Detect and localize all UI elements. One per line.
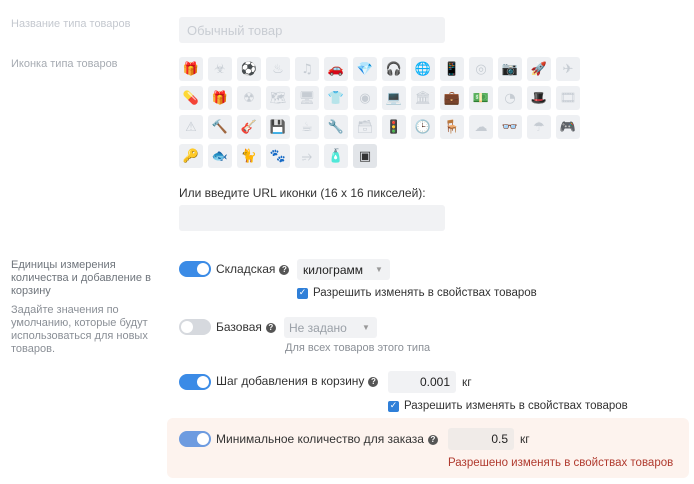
map-icon[interactable]: 🗺 (266, 86, 290, 110)
base-unit-select[interactable]: Не задано ▼ (284, 317, 377, 338)
soccer-ball-icon[interactable]: ⚽ (237, 57, 261, 81)
wrench-icon[interactable]: 🔑 (179, 144, 203, 168)
step-value: 0.001 (419, 375, 450, 389)
base-label: Базовая? (216, 320, 276, 334)
min-qty-toggle[interactable] (179, 431, 211, 447)
warehouse-unit-select[interactable]: килограмм ▼ (297, 259, 390, 280)
tshirt-icon[interactable]: 👕 (324, 86, 348, 110)
hammer-icon[interactable]: 🔨 (208, 115, 232, 139)
base-hint: Для всех товаров этого типа (285, 342, 431, 354)
coffee-cup-icon[interactable]: ☕ (295, 115, 319, 139)
traffic-light-icon[interactable]: 🚦 (382, 115, 406, 139)
warehouse-allow-label: Разрешить изменять в свойствах товаров (313, 287, 537, 299)
cloud-download-icon[interactable]: ☁ (469, 115, 493, 139)
film-icon[interactable]: 🎞 (556, 86, 580, 110)
glasses-icon[interactable]: 👓 (498, 115, 522, 139)
cake-icon[interactable]: ♨ (266, 57, 290, 81)
icon-row: ⚠ 🔨 🎸 💾 ☕ 🔧 🗃 🚦 🕒 🪑 ☁ 👓 ☂ 🎮 (179, 115, 585, 139)
warehouse-allow-checkbox[interactable]: ✓ (297, 288, 308, 299)
step-allow-label: Разрешить изменять в свойствах товаров (404, 400, 628, 412)
diamond-icon[interactable]: 💎 (353, 57, 377, 81)
virus-icon[interactable]: ☣ (208, 57, 232, 81)
umbrella-icon[interactable]: ☂ (527, 115, 551, 139)
units-section-description: Задайте значения по умолчанию, которые б… (11, 304, 148, 355)
present-box-icon[interactable]: 🎁 (208, 86, 232, 110)
units-section-title: Единицы измерения количества и добавлени… (11, 259, 151, 297)
step-unit: кг (462, 375, 472, 389)
base-label-text: Базовая (216, 320, 262, 334)
target-icon[interactable]: ◎ (469, 57, 493, 81)
pie-chart-icon[interactable]: ◔ (498, 86, 522, 110)
warehouse-toggle[interactable] (179, 261, 211, 277)
type-name-input[interactable]: Обычный товар (179, 17, 445, 43)
min-qty-label: Минимальное количество для заказа? (216, 432, 438, 446)
cat-icon[interactable]: 🐈 (237, 144, 261, 168)
paw-icon[interactable]: 🐾 (266, 144, 290, 168)
step-allow-checkbox[interactable]: ✓ (388, 401, 399, 412)
step-label: Шаг добавления в корзину? (216, 374, 379, 388)
screwdriver-icon[interactable]: 🔧 (324, 115, 348, 139)
clock-icon[interactable]: 🕒 (411, 115, 435, 139)
bank-icon[interactable]: 🏛 (411, 86, 435, 110)
warning-icon[interactable]: ⚠ (179, 115, 203, 139)
top-hat-icon[interactable]: 🎩 (527, 86, 551, 110)
globe-icon[interactable]: 🌐 (411, 57, 435, 81)
icon-url-label: Или введите URL иконки (16 x 16 пикселей… (179, 186, 426, 200)
radiation-icon[interactable]: ☢ (237, 86, 261, 110)
icon-url-input[interactable] (179, 205, 445, 231)
min-qty-value: 0.5 (491, 432, 508, 446)
package-box-icon[interactable]: ▣ (353, 144, 377, 168)
gamepad-icon[interactable]: 🎮 (556, 115, 580, 139)
help-icon[interactable]: ? (368, 377, 379, 387)
chevron-down-icon: ▼ (375, 265, 383, 274)
phone-icon[interactable]: 📱 (440, 57, 464, 81)
car-icon[interactable]: 🚗 (324, 57, 348, 81)
min-qty-label-text: Минимальное количество для заказа (216, 432, 424, 446)
briefcase-icon[interactable]: 💼 (440, 86, 464, 110)
gift-icon[interactable]: 🎁 (179, 57, 203, 81)
warehouse-unit-value: килограмм (303, 263, 363, 277)
chevron-down-icon: ▼ (362, 323, 370, 332)
type-name-value: Обычный товар (187, 23, 283, 38)
min-qty-unit: кг (520, 432, 530, 446)
step-toggle[interactable] (179, 374, 211, 390)
laptop-icon[interactable]: 💻 (382, 86, 406, 110)
tire-icon[interactable]: ◉ (353, 86, 377, 110)
music-note-icon[interactable]: ♫ (295, 57, 319, 81)
base-unit-value: Не задано (289, 321, 347, 335)
step-input[interactable]: 0.001 (388, 371, 456, 393)
icon-row: 🎁 ☣ ⚽ ♨ ♫ 🚗 💎 🎧 🌐 📱 ◎ 📷 🚀 ✈ (179, 57, 585, 81)
warehouse-label-text: Складская (216, 262, 276, 276)
icon-section-label: Иконка типа товаров (11, 58, 118, 70)
warehouse-label: Складская? (216, 262, 290, 276)
fish-icon[interactable]: 🐟 (208, 144, 232, 168)
help-icon[interactable]: ? (427, 435, 438, 445)
headphones-icon[interactable]: 🎧 (382, 57, 406, 81)
help-icon[interactable]: ? (265, 323, 276, 333)
min-qty-panel (167, 418, 689, 478)
archive-box-icon[interactable]: 🗃 (353, 115, 377, 139)
monitor-icon[interactable]: 🖥 (295, 86, 319, 110)
icon-row: 💊 🎁 ☢ 🗺 🖥 👕 ◉ 💻 🏛 💼 💵 ◔ 🎩 🎞 (179, 86, 585, 110)
min-qty-input[interactable]: 0.5 (448, 428, 514, 450)
chair-icon[interactable]: 🪑 (440, 115, 464, 139)
type-name-label: Название типа товаров (11, 18, 131, 30)
spray-bottle-icon[interactable]: 🧴 (324, 144, 348, 168)
min-qty-note: Разрешено изменять в свойствах товаров (448, 457, 674, 469)
guitar-icon[interactable]: 🎸 (237, 115, 261, 139)
icon-row: 🔑 🐟 🐈 🐾 ⭌ 🧴 ▣ (179, 144, 382, 168)
floppy-disk-icon[interactable]: 💾 (266, 115, 290, 139)
usb-icon[interactable]: ⭌ (295, 144, 319, 168)
step-label-text: Шаг добавления в корзину (216, 374, 365, 388)
pill-icon[interactable]: 💊 (179, 86, 203, 110)
camera-icon[interactable]: 📷 (498, 57, 522, 81)
rocket-icon[interactable]: 🚀 (527, 57, 551, 81)
paper-plane-icon[interactable]: ✈ (556, 57, 580, 81)
base-toggle[interactable] (179, 319, 211, 335)
help-icon[interactable]: ? (279, 265, 290, 275)
cash-icon[interactable]: 💵 (469, 86, 493, 110)
